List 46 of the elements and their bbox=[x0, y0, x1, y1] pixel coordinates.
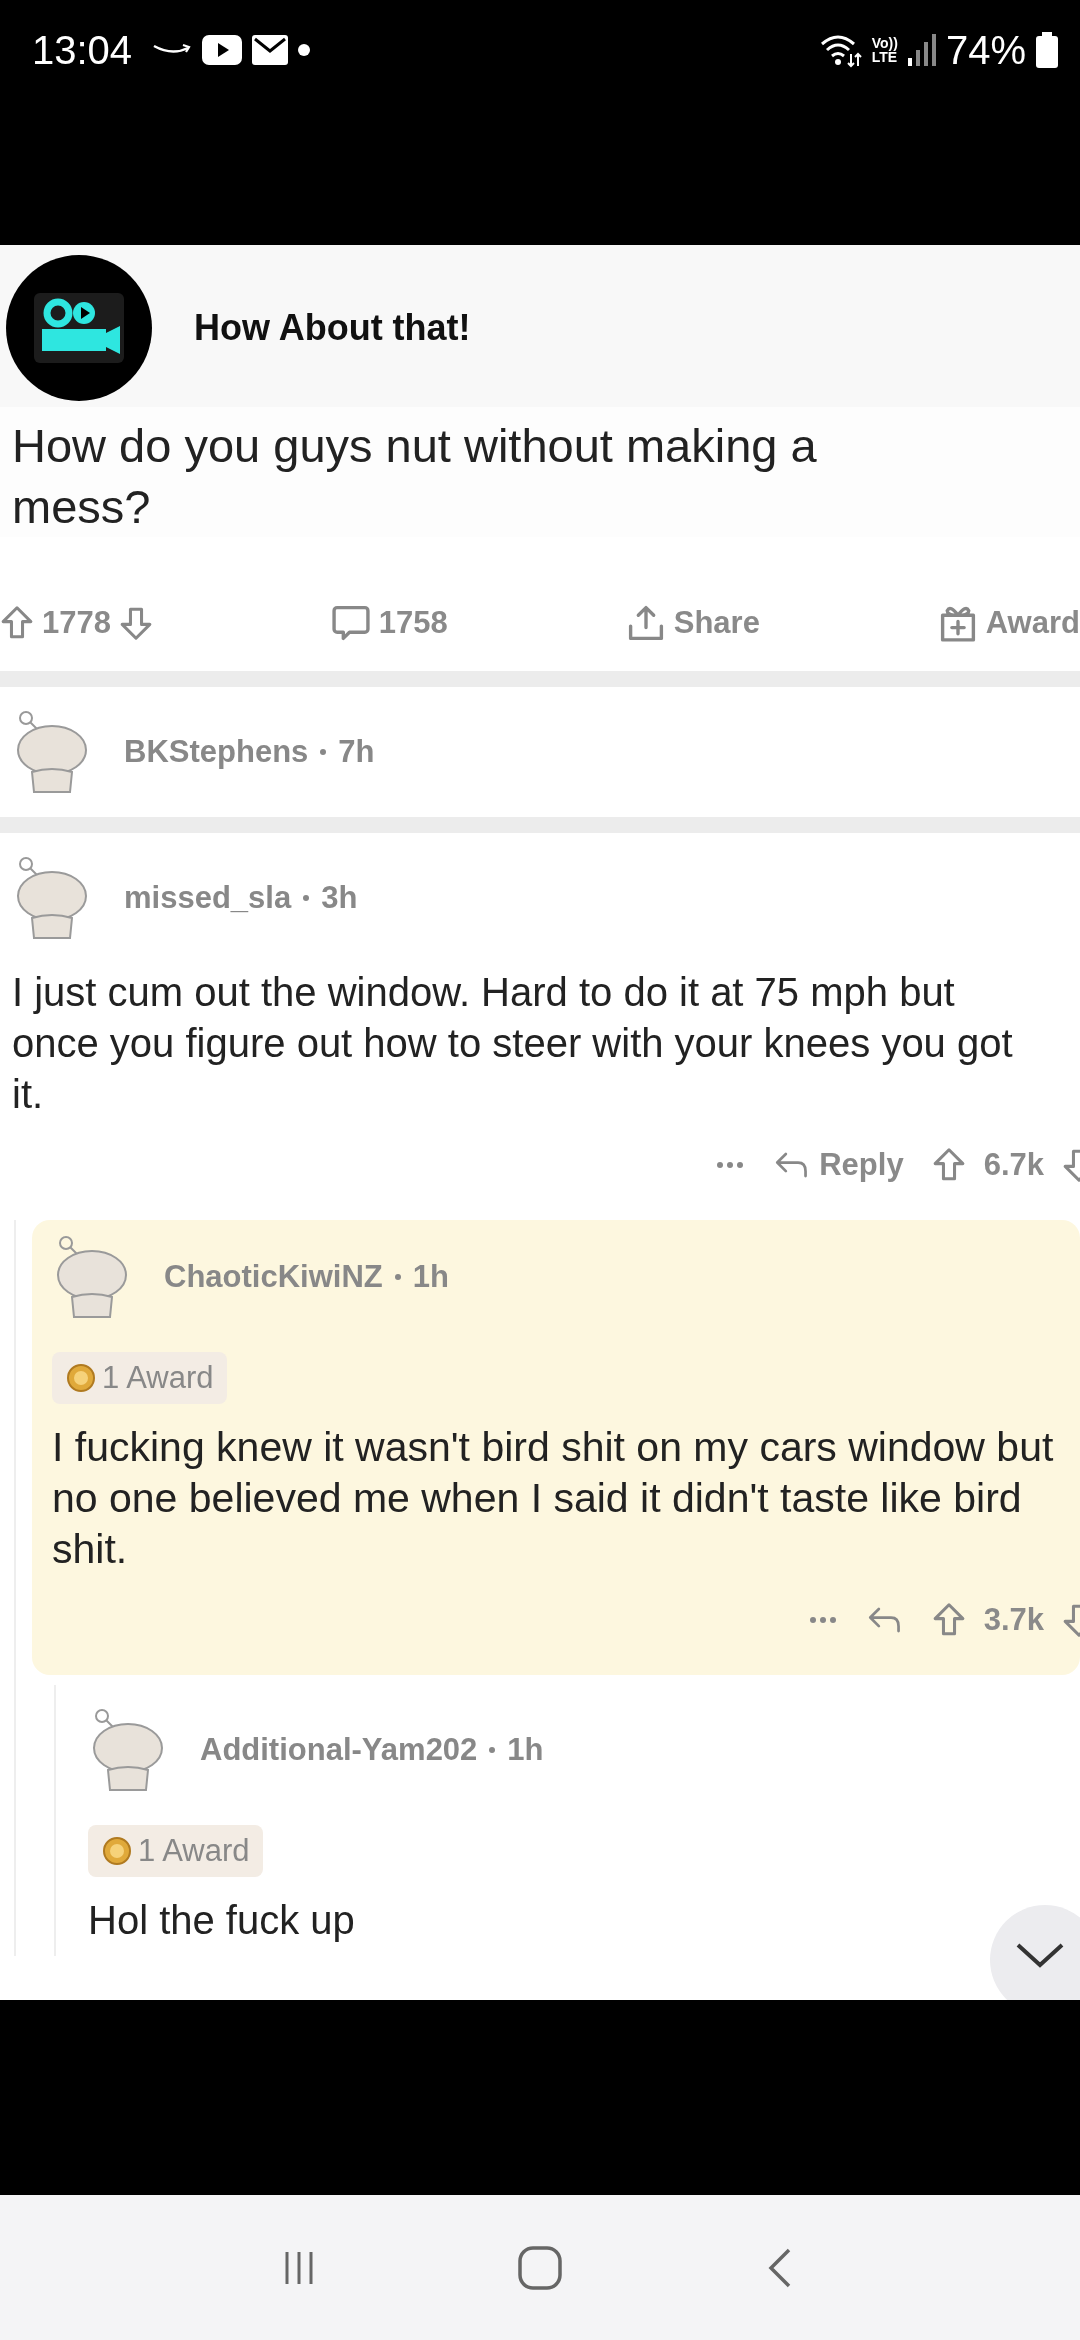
share-label[interactable]: Share bbox=[673, 605, 760, 641]
vote-count: 3.7k bbox=[983, 1602, 1044, 1638]
play-icon bbox=[202, 35, 243, 65]
comment-age: 1h bbox=[412, 1259, 449, 1295]
comment-text: I just cum out the window. Hard to do it at 75 mph but once you figure out how to steer with your knees you got it. bbox=[12, 969, 1014, 1118]
vote-count: 1778 bbox=[42, 605, 111, 641]
award-badge: 1 Award bbox=[52, 1352, 228, 1404]
comment-age: 7h bbox=[338, 734, 375, 770]
username[interactable]: missed_sla bbox=[124, 880, 292, 916]
comment-age: 3h bbox=[321, 880, 358, 916]
comment-icon[interactable] bbox=[330, 603, 371, 643]
network-label: LTE bbox=[871, 50, 898, 64]
comment-count: 1758 bbox=[378, 605, 448, 641]
collapse-button[interactable] bbox=[990, 1905, 1080, 2000]
signal-icon bbox=[907, 34, 936, 66]
username[interactable]: ChaoticKiwiNZ bbox=[164, 1259, 383, 1295]
comment-age: 1h bbox=[507, 1732, 544, 1768]
upvote-icon[interactable] bbox=[931, 1602, 966, 1638]
downvote-icon[interactable] bbox=[118, 605, 153, 641]
username[interactable]: Additional-Yam202 bbox=[200, 1732, 478, 1768]
community-name[interactable]: How About that! bbox=[194, 307, 471, 349]
comment-text: I fucking knew it wasn't bird shit on my cars window but no one believed me when I said it didn't taste like bird shit. bbox=[52, 1423, 1055, 1574]
upvote-icon[interactable] bbox=[931, 1147, 966, 1183]
battery-icon bbox=[1036, 32, 1058, 68]
dot-icon bbox=[298, 44, 311, 56]
medal-icon bbox=[102, 1836, 132, 1866]
reply-button[interactable]: Reply bbox=[773, 1147, 904, 1183]
separator-dot bbox=[303, 895, 310, 901]
medal-icon bbox=[66, 1363, 96, 1393]
battery-percent: 74% bbox=[945, 27, 1026, 73]
mail-icon bbox=[252, 35, 289, 65]
more-icon[interactable] bbox=[715, 1160, 746, 1170]
comment-text: Hol the fuck up bbox=[88, 1897, 356, 1944]
logo-icon bbox=[6, 255, 152, 401]
username[interactable]: BKStephens bbox=[124, 734, 309, 770]
upvote-icon[interactable] bbox=[0, 605, 34, 641]
home-icon[interactable] bbox=[516, 2243, 564, 2292]
more-icon[interactable] bbox=[807, 1615, 838, 1625]
vote-count: 6.7k bbox=[983, 1147, 1044, 1183]
award-label[interactable]: Award bbox=[985, 605, 1080, 641]
clock-time: 13:04 bbox=[32, 27, 133, 73]
separator-dot bbox=[489, 1747, 496, 1753]
separator-dot bbox=[320, 749, 327, 755]
network-label: Vo)) bbox=[871, 36, 898, 50]
award-badge: 1 Award bbox=[88, 1825, 264, 1877]
separator-dot bbox=[394, 1274, 401, 1280]
